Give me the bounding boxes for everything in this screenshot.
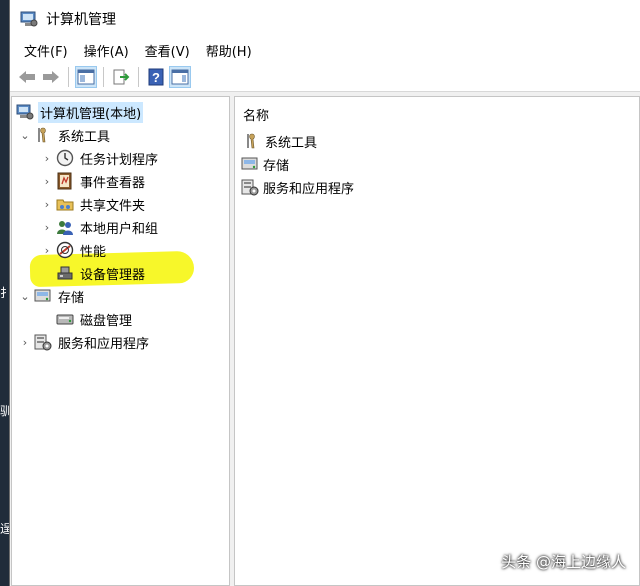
performance-icon — [56, 241, 74, 259]
window-title: 计算机管理 — [46, 12, 116, 28]
list-item[interactable]: 服务和应用程序 — [241, 177, 354, 197]
list-item-label: 存储 — [263, 158, 290, 174]
chevron-down-icon[interactable]: ⌄ — [18, 128, 32, 142]
storage-icon — [34, 287, 52, 305]
chevron-right-icon[interactable]: › — [40, 151, 54, 165]
tree-item-event-viewer[interactable]: › 事件查看器 — [40, 170, 147, 192]
chevron-right-icon[interactable]: › — [40, 197, 54, 211]
services-icon — [241, 178, 259, 196]
console-tree-pane[interactable]: 计算机管理(本地) ⌄ 系统工具 › 任务计划程序 › 事件查看器 › 共享文件 — [11, 96, 230, 586]
show-hide-console-tree-button[interactable] — [75, 65, 97, 88]
event-viewer-icon — [56, 172, 74, 190]
tree-label: 存储 — [58, 290, 85, 306]
list-item-label: 系统工具 — [265, 135, 318, 151]
console-tree-icon — [77, 69, 95, 84]
help-button[interactable]: ? — [145, 66, 167, 88]
computer-management-window: 计算机管理 文件(F) 操作(A) 查看(V) 帮助(H) ? 计算机管理(本地… — [9, 0, 640, 586]
list-item[interactable]: 存储 — [241, 154, 289, 174]
list-item[interactable]: 系统工具 — [243, 131, 317, 151]
menu-action[interactable]: 操作(A) — [76, 41, 137, 60]
tree-label: 共享文件夹 — [80, 198, 146, 214]
toolbar-separator — [103, 66, 104, 87]
tree-label: 磁盘管理 — [80, 313, 133, 329]
main-content: 计算机管理(本地) ⌄ 系统工具 › 任务计划程序 › 事件查看器 › 共享文件 — [10, 94, 640, 586]
shared-folder-icon — [56, 195, 74, 213]
users-icon — [56, 218, 74, 236]
tree-label: 任务计划程序 — [80, 152, 159, 168]
chevron-right-icon[interactable]: › — [40, 243, 54, 257]
back-button[interactable] — [16, 66, 38, 88]
tree-item-task-scheduler[interactable]: › 任务计划程序 — [40, 147, 160, 169]
arrow-right-icon — [43, 70, 59, 83]
tree-item-root[interactable]: 计算机管理(本地) — [16, 101, 144, 123]
watermark: 头条 @海上边缘人 — [501, 553, 626, 571]
storage-icon — [241, 155, 259, 173]
tree-label: 服务和应用程序 — [58, 336, 150, 352]
disk-icon — [56, 310, 74, 328]
chevron-right-icon[interactable]: › — [40, 174, 54, 188]
tree-label: 事件查看器 — [80, 175, 146, 191]
device-manager-icon — [56, 264, 74, 282]
tree-label: 系统工具 — [58, 129, 111, 145]
column-header-name[interactable]: 名称 — [243, 105, 269, 124]
computer-management-icon — [16, 103, 34, 121]
tree-label: 计算机管理(本地) — [38, 101, 144, 123]
menu-help[interactable]: 帮助(H) — [198, 41, 260, 60]
tree-label: 性能 — [80, 244, 107, 260]
tree-item-services-apps[interactable]: › 服务和应用程序 — [18, 331, 151, 353]
details-list-pane[interactable]: 名称 系统工具 存储 服务和应用程序 — [234, 96, 640, 586]
chevron-right-icon[interactable]: › — [18, 335, 32, 349]
toolbar: ? — [10, 62, 640, 92]
menu-view[interactable]: 查看(V) — [137, 41, 198, 60]
tools-icon — [34, 126, 52, 144]
toolbar-separator — [138, 66, 139, 87]
list-item-label: 服务和应用程序 — [263, 181, 355, 197]
export-list-icon — [113, 69, 130, 84]
tools-icon — [243, 132, 261, 150]
export-list-button[interactable] — [110, 66, 132, 88]
tree-item-shared-folders[interactable]: › 共享文件夹 — [40, 193, 147, 215]
tree-label: 本地用户和组 — [80, 221, 159, 237]
chevron-right-icon[interactable]: › — [40, 220, 54, 234]
toolbar-separator — [68, 66, 69, 87]
computer-management-icon — [20, 11, 38, 27]
forward-button[interactable] — [40, 66, 62, 88]
tree-item-system-tools[interactable]: ⌄ 系统工具 — [18, 124, 112, 146]
tree-item-device-manager[interactable]: 设备管理器 — [56, 262, 147, 284]
tree-item-storage[interactable]: ⌄ 存储 — [18, 285, 86, 307]
clock-icon — [56, 149, 74, 167]
menu-file[interactable]: 文件(F) — [16, 41, 76, 60]
arrow-left-icon — [19, 70, 35, 83]
show-hide-action-pane-button[interactable] — [169, 65, 191, 88]
chevron-down-icon[interactable]: ⌄ — [18, 289, 32, 303]
title-bar[interactable]: 计算机管理 — [10, 0, 640, 38]
tree-item-disk-management[interactable]: 磁盘管理 — [56, 308, 134, 330]
tree-item-local-users[interactable]: › 本地用户和组 — [40, 216, 160, 238]
tree-label: 设备管理器 — [80, 267, 146, 283]
help-icon: ? — [148, 68, 164, 85]
services-icon — [34, 333, 52, 351]
action-pane-icon — [171, 69, 189, 84]
menu-bar: 文件(F) 操作(A) 查看(V) 帮助(H) — [10, 38, 640, 62]
svg-text:?: ? — [152, 70, 160, 85]
tree-item-performance[interactable]: › 性能 — [40, 239, 108, 261]
